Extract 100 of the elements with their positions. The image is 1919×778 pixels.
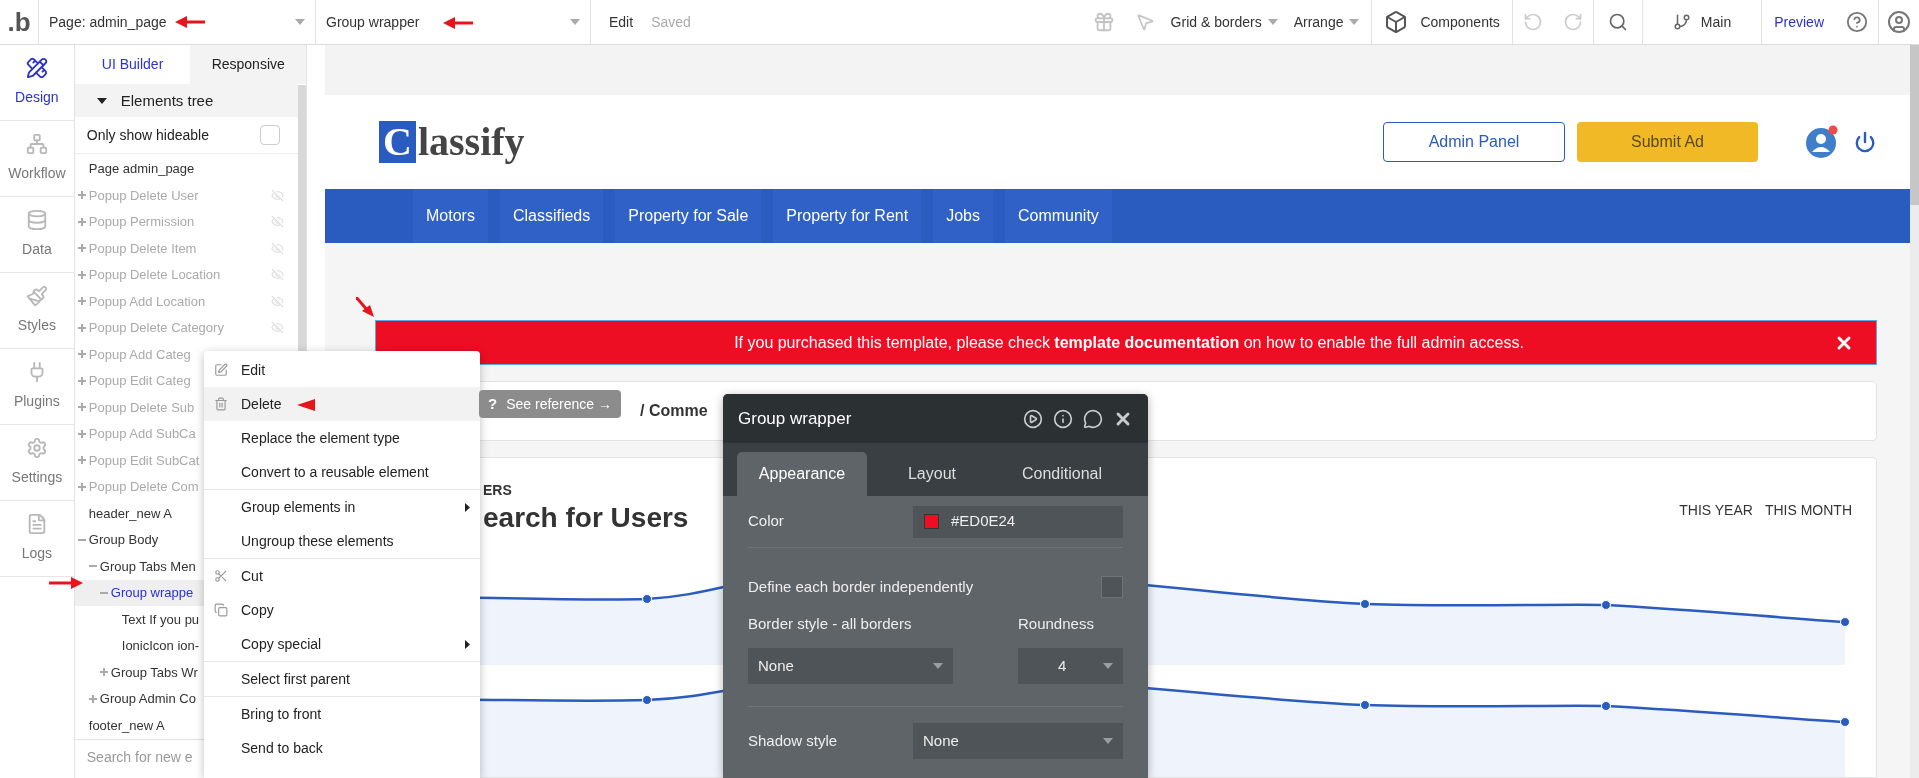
menu-item[interactable]: Copy special — [204, 627, 480, 661]
panel-tab[interactable]: Responsive — [190, 45, 306, 85]
panel-tab[interactable]: Appearance — [737, 452, 867, 496]
field-label: Roundness — [1018, 614, 1095, 634]
help-icon[interactable] — [1846, 11, 1868, 33]
menu-item[interactable]: Replace the element type — [204, 421, 480, 455]
chart-point — [642, 695, 652, 705]
panel-tab[interactable]: Conditional — [997, 452, 1127, 496]
nav-link[interactable]: Jobs — [933, 189, 993, 243]
admin-panel-button[interactable]: Admin Panel — [1383, 122, 1565, 162]
submit-ad-button[interactable]: Submit Ad — [1577, 122, 1758, 162]
gift-icon[interactable] — [1092, 11, 1115, 33]
hidden-eye-icon[interactable] — [271, 294, 284, 308]
chart-point — [642, 594, 652, 604]
undo-icon[interactable] — [1522, 12, 1543, 32]
caret-icon — [1103, 738, 1113, 744]
sidebar-tab[interactable]: Settings — [0, 425, 74, 501]
checkbox[interactable] — [1101, 576, 1123, 598]
expand-icon[interactable] — [77, 217, 86, 226]
panel-tab[interactable]: Layout — [867, 452, 997, 496]
expand-icon[interactable] — [77, 191, 86, 200]
nav-link[interactable]: Property for Rent — [773, 189, 922, 243]
menu-item-icon — [214, 363, 228, 377]
hidden-eye-icon[interactable] — [271, 241, 284, 255]
expand-icon[interactable] — [77, 456, 86, 465]
expand-icon[interactable] — [77, 403, 86, 412]
nav-link[interactable]: Classifieds — [499, 189, 604, 243]
tree-item[interactable]: Page admin_page — [74, 155, 298, 183]
tab-icon — [25, 133, 48, 155]
user-avatar-icon[interactable] — [1804, 124, 1840, 160]
expand-icon[interactable] — [99, 668, 108, 677]
period-tab[interactable]: THIS MONTH — [1764, 500, 1852, 521]
menu-item[interactable]: Bring to front — [204, 697, 480, 731]
nav-link[interactable]: Motors — [413, 189, 488, 243]
cursor-icon[interactable] — [1134, 12, 1155, 32]
hidden-eye-icon[interactable] — [271, 188, 284, 202]
comment-icon[interactable] — [1083, 408, 1103, 429]
app-logo[interactable]: .b — [0, 9, 38, 35]
sidebar-tab[interactable]: Design — [0, 45, 74, 121]
sidebar-tab[interactable]: Styles — [0, 273, 74, 349]
caret-icon — [570, 19, 580, 25]
nav-link[interactable]: Community — [1004, 189, 1112, 243]
tab-icon — [25, 57, 48, 79]
menu-item[interactable]: Edit — [204, 353, 480, 387]
search-icon[interactable] — [1607, 12, 1628, 32]
preview-link[interactable]: Preview — [1762, 11, 1836, 33]
filter-checkbox[interactable] — [260, 125, 280, 146]
account-icon[interactable] — [1887, 10, 1911, 34]
expand-icon[interactable] — [77, 270, 86, 279]
power-icon[interactable] — [1854, 131, 1876, 153]
menu-item[interactable]: Group elements in — [204, 490, 480, 524]
menu-item[interactable]: Select first parent — [204, 662, 480, 696]
annotation-arrow — [49, 577, 83, 589]
dropdown[interactable]: None — [913, 723, 1123, 759]
expand-icon[interactable] — [77, 244, 86, 253]
hidden-eye-icon[interactable] — [271, 268, 284, 282]
play-icon[interactable] — [1023, 408, 1043, 429]
grid-borders-menu[interactable]: Grid & borders — [1170, 11, 1278, 33]
hidden-eye-icon[interactable] — [271, 321, 284, 335]
menu-item[interactable]: Ungroup these elements — [204, 524, 480, 558]
expand-icon[interactable] — [77, 350, 86, 359]
components-button[interactable]: Components — [1371, 0, 1513, 44]
nav-link[interactable]: Property for Sale — [615, 189, 762, 243]
dropdown[interactable]: None — [748, 648, 953, 684]
sidebar-tab[interactable]: Data — [0, 197, 74, 273]
notice-text: If you purchased this template, please check template documentation on how to enable the full admin access. — [733, 332, 1525, 353]
expand-icon[interactable] — [77, 482, 86, 491]
expand-icon[interactable] — [77, 297, 86, 306]
field-label: Shadow style — [748, 730, 838, 751]
tab-icon — [25, 285, 48, 307]
tree-header[interactable]: Elements tree — [74, 84, 298, 118]
annotation-arrow — [175, 16, 205, 28]
caret-icon — [933, 663, 943, 669]
site-logo[interactable]: Classify — [379, 121, 525, 163]
expand-icon[interactable] — [88, 694, 97, 703]
branch-button[interactable]: Main — [1642, 0, 1763, 44]
info-icon[interactable] — [1053, 408, 1073, 429]
caret-icon — [1349, 19, 1360, 25]
arrange-menu[interactable]: Arrange — [1293, 11, 1372, 33]
expand-icon[interactable] — [77, 429, 86, 438]
dropdown[interactable]: 4 — [1018, 648, 1123, 684]
menu-item[interactable]: Convert to a reusable element — [204, 455, 480, 489]
period-tab[interactable]: THIS YEAR — [1679, 500, 1753, 521]
menu-item-icon — [214, 397, 228, 411]
field-label: Color — [748, 511, 784, 532]
hidden-eye-icon[interactable] — [271, 215, 284, 229]
sidebar-tab[interactable]: Logs — [0, 501, 74, 577]
sidebar-tab[interactable]: Plugins — [0, 349, 74, 425]
scrollbar[interactable] — [1910, 45, 1919, 205]
redo-icon[interactable] — [1562, 12, 1583, 32]
sidebar-tab[interactable]: Workflow — [0, 121, 74, 197]
branch-icon — [1672, 13, 1691, 31]
caret-icon — [1103, 663, 1113, 669]
expand-icon[interactable] — [77, 376, 86, 385]
edit-button[interactable]: Edit — [609, 11, 634, 33]
menu-item[interactable]: Delete — [204, 387, 480, 421]
expand-icon[interactable] — [77, 323, 86, 332]
chart-point — [1360, 599, 1370, 609]
color-field[interactable]: #ED0E24 — [913, 505, 1123, 538]
filter-label: Only show hideable — [86, 125, 209, 145]
